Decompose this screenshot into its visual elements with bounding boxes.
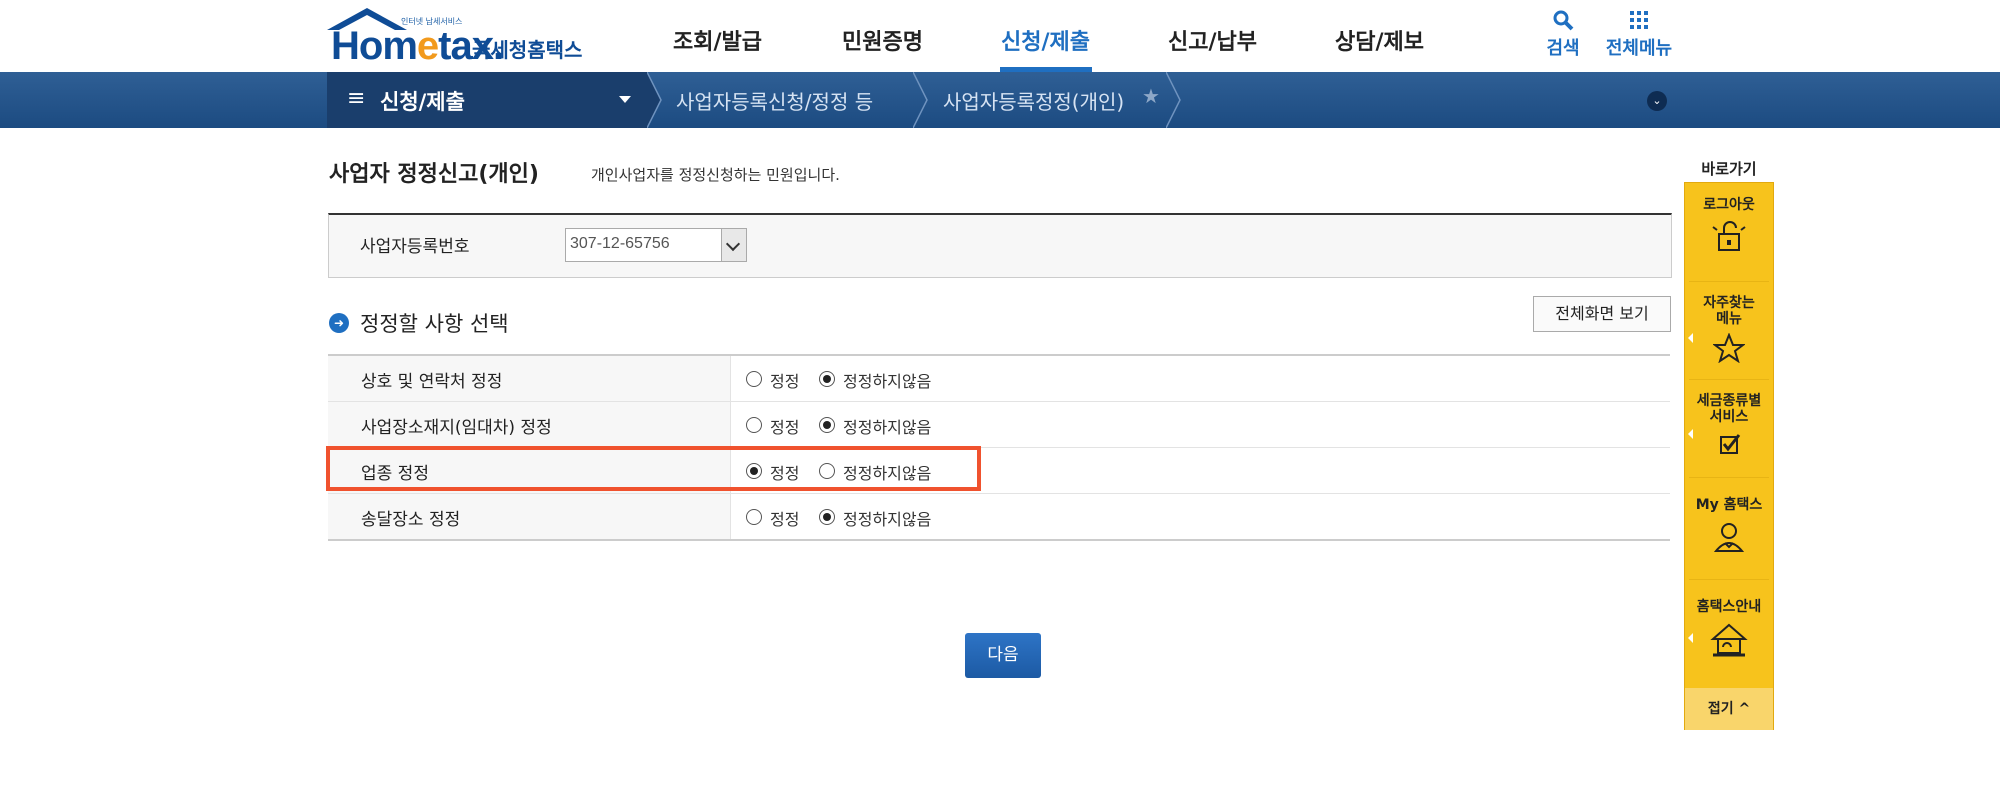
quick-logout[interactable]: 로그아웃: [1685, 197, 1773, 259]
checkbox-icon: [1685, 431, 1773, 461]
page-description: 개인사업자를 정정신청하는 민원입니다.: [591, 166, 840, 184]
all-menu-label: 전체메뉴: [1605, 38, 1673, 59]
radio-correct[interactable]: [746, 509, 762, 525]
radio-no-correct[interactable]: [819, 417, 835, 433]
business-number-label: 사업자등록번호: [360, 237, 470, 257]
section-title: 정정할 사항 선택: [360, 312, 509, 336]
search-icon: [1523, 8, 1603, 32]
row-header: 송달장소 정정: [328, 494, 731, 539]
quick-links-title: 바로가기: [1701, 160, 1757, 178]
quick-divider: [1689, 379, 1769, 380]
radio-correct[interactable]: [746, 417, 762, 433]
row-label: 사업장소재지(임대차) 정정: [361, 418, 552, 438]
logo-subtitle: 국세청홈택스: [472, 38, 583, 62]
radio-no-correct-label[interactable]: 정정하지않음: [843, 506, 931, 530]
quick-links-panel: 로그아웃 자주찾는 메뉴 세금종류별 서비스 My 홈택스 홈택스안내 접기 ^: [1684, 182, 1774, 730]
quick-logout-label: 로그아웃: [1703, 197, 1755, 213]
quick-hometax-guide[interactable]: 홈택스안내: [1685, 599, 1773, 663]
top-header: 인터넷 납세서비스 Hometax. 국세청홈택스 조회/발급 민원증명 신청/…: [0, 0, 2000, 72]
business-number-select[interactable]: 307-12-65756: [565, 228, 747, 262]
row-label: 상호 및 연락처 정정: [361, 372, 503, 392]
quick-favorite-menu[interactable]: 자주찾는 메뉴: [1685, 295, 1773, 367]
breadcrumb-item-registration[interactable]: 사업자등록신청/정정 등: [676, 86, 873, 115]
arrow-left-icon: [1688, 633, 1693, 643]
category-dropdown[interactable]: ≡ 신청/제출: [327, 72, 647, 128]
breadcrumb-separator-icon: [1166, 72, 1181, 128]
category-label: 신청/제출: [380, 90, 465, 114]
quick-tax-service-label: 세금종류별 서비스: [1696, 393, 1762, 425]
quick-my-label: My 홈택스: [1695, 497, 1763, 513]
gnb-report[interactable]: 신고/납부: [1168, 24, 1257, 55]
arrow-left-icon: [1688, 429, 1693, 439]
gnb-application[interactable]: 신청/제출: [1001, 24, 1090, 55]
caret-down-icon: [619, 96, 631, 103]
quick-favorite-label: 자주찾는 메뉴: [1703, 295, 1755, 327]
row-label: 송달장소 정정: [361, 510, 461, 530]
quick-tax-service[interactable]: 세금종류별 서비스: [1685, 393, 1773, 461]
gnb-consult[interactable]: 상담/제보: [1335, 24, 1424, 55]
table-row: 송달장소 정정 정정 정정하지않음: [328, 494, 1670, 539]
hamburger-icon: ≡: [347, 86, 366, 111]
breadcrumb-item-correction[interactable]: 사업자등록정정(개인): [943, 86, 1124, 115]
page-title: 사업자 정정신고(개인): [329, 162, 539, 187]
breadcrumb-separator-icon: [913, 72, 928, 128]
next-button[interactable]: 다음: [965, 633, 1041, 678]
table-row: 상호 및 연락처 정정 정정 정정하지않음: [328, 356, 1670, 402]
gnb-inquiry[interactable]: 조회/발급: [673, 24, 762, 55]
hometax-logo[interactable]: 인터넷 납세서비스 Hometax. 국세청홈택스: [327, 6, 587, 68]
quick-divider: [1689, 477, 1769, 478]
arrow-left-icon: [1688, 333, 1693, 343]
business-number-value: 307-12-65756: [570, 235, 670, 252]
search-button[interactable]: 검색: [1523, 8, 1603, 60]
user-icon: [1685, 519, 1773, 559]
arrow-circle-icon: ➜: [329, 313, 349, 333]
all-menu-button[interactable]: 전체메뉴: [1599, 8, 1679, 60]
radio-correct-label[interactable]: 정정: [770, 506, 799, 530]
search-label: 검색: [1546, 38, 1580, 59]
gnb-certificate[interactable]: 민원증명: [842, 24, 923, 55]
radio-no-correct[interactable]: [819, 509, 835, 525]
radio-correct-label[interactable]: 정정: [770, 414, 799, 438]
table-row: 사업장소재지(임대차) 정정 정정 정정하지않음: [328, 402, 1670, 448]
star-outline-icon: [1685, 332, 1773, 367]
house-icon: [1685, 621, 1773, 663]
quick-divider: [1689, 281, 1769, 282]
business-number-box: 사업자등록번호: [328, 213, 1672, 278]
radio-correct[interactable]: [746, 371, 762, 387]
radio-correct-label[interactable]: 정정: [770, 368, 799, 392]
favorite-star-icon[interactable]: ★: [1142, 84, 1160, 108]
full-screen-button[interactable]: 전체화면 보기: [1533, 296, 1671, 332]
row-header: 사업장소재지(임대차) 정정: [328, 402, 731, 447]
quick-guide-label: 홈택스안내: [1696, 599, 1762, 615]
unlock-icon: [1685, 219, 1773, 259]
breadcrumb-separator-icon: [647, 72, 662, 128]
radio-no-correct-label[interactable]: 정정하지않음: [843, 414, 931, 438]
quick-my-hometax[interactable]: My 홈택스: [1685, 497, 1773, 559]
quick-divider: [1689, 579, 1769, 580]
row-header: 상호 및 연락처 정정: [328, 356, 731, 401]
select-arrow-icon[interactable]: [721, 229, 746, 261]
radio-no-correct[interactable]: [819, 371, 835, 387]
fold-button[interactable]: 접기 ^: [1685, 688, 1773, 730]
highlight-box: [326, 446, 981, 491]
radio-no-correct-label[interactable]: 정정하지않음: [843, 368, 931, 392]
expand-chevron-icon[interactable]: ⌄: [1647, 91, 1667, 111]
grid-menu-icon: [1599, 8, 1679, 32]
